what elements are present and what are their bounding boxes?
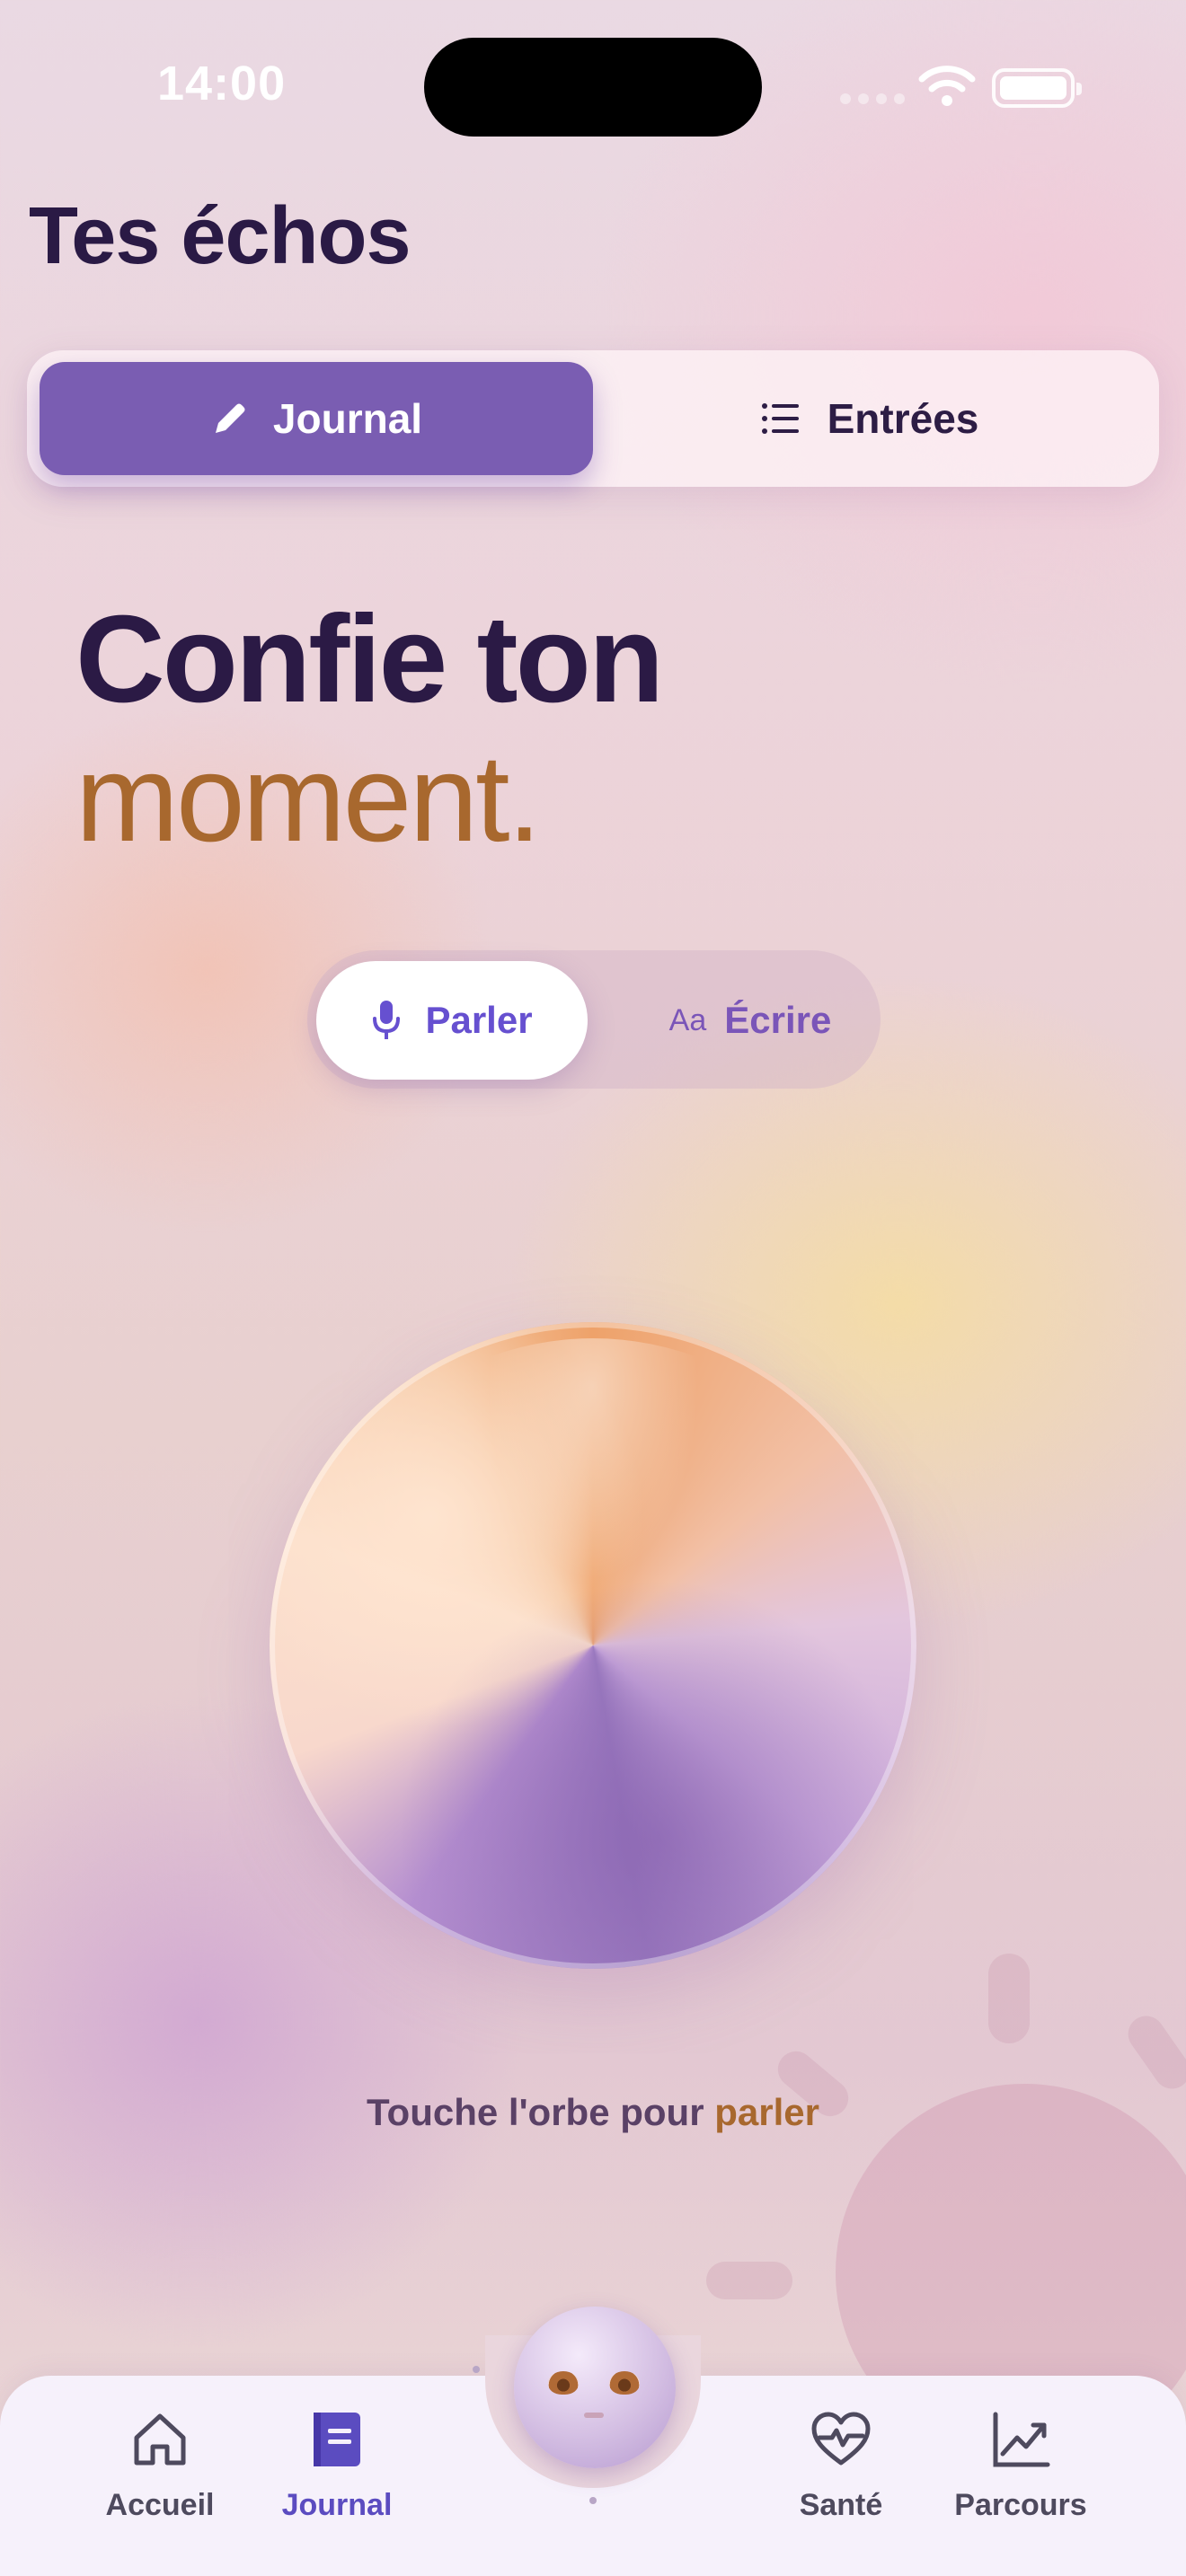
- microphone-icon: [373, 1001, 401, 1039]
- avatar-mouth: [584, 2413, 604, 2418]
- nav-label-accueil: Accueil: [105, 2488, 215, 2522]
- heart-pulse-icon: [811, 2412, 871, 2466]
- write-mode-button[interactable]: Aa Écrire: [629, 961, 872, 1080]
- orb-hint-prefix: Touche l'orbe pour: [367, 2091, 715, 2133]
- nav-dot: [473, 2366, 480, 2373]
- tab-entries-label: Entrées: [827, 395, 979, 442]
- wifi-icon: [918, 66, 976, 106]
- decorative-sun-ray: [1120, 2008, 1186, 2096]
- nav-item-parcours[interactable]: Parcours: [931, 2407, 1111, 2523]
- nav-dot: [589, 2497, 597, 2504]
- avatar-eye: [548, 2371, 579, 2395]
- page-title: Tes échos: [29, 191, 412, 281]
- nav-label-journal: Journal: [281, 2488, 393, 2522]
- journal-icon: [314, 2413, 360, 2466]
- nav-item-sante[interactable]: Santé: [751, 2407, 931, 2523]
- nav-item-accueil[interactable]: Accueil: [70, 2407, 250, 2523]
- pencil-icon: [215, 403, 245, 433]
- decorative-sun-ray: [706, 2262, 792, 2299]
- decorative-sun-ray: [988, 1954, 1030, 2043]
- orb-hint: Touche l'orbe pour parler: [0, 2091, 1186, 2134]
- signal-icon: [840, 93, 905, 104]
- text-format-icon: Aa: [668, 1002, 707, 1037]
- nav-label-sante: Santé: [799, 2488, 883, 2522]
- orb-hint-accent: parler: [714, 2091, 819, 2133]
- headline-line2: moment.: [75, 729, 542, 868]
- talk-mode-label: Parler: [425, 999, 533, 1041]
- tab-entries[interactable]: Entrées: [593, 362, 1146, 475]
- talk-mode-button[interactable]: Parler: [316, 961, 588, 1080]
- tab-journal[interactable]: Journal: [40, 362, 593, 475]
- avatar-eye: [609, 2371, 640, 2395]
- voice-orb[interactable]: [270, 1322, 916, 1969]
- list-icon: [761, 403, 799, 434]
- status-time: 14:00: [157, 57, 287, 110]
- headline-line1: Confie ton: [75, 590, 664, 728]
- companion-avatar[interactable]: [514, 2307, 676, 2468]
- dynamic-island: [424, 38, 762, 137]
- write-mode-label: Écrire: [724, 999, 832, 1041]
- tab-journal-label: Journal: [272, 395, 423, 442]
- nav-label-parcours: Parcours: [954, 2488, 1087, 2522]
- home-icon: [134, 2413, 186, 2466]
- battery-icon: [992, 68, 1082, 108]
- nav-item-journal[interactable]: Journal: [247, 2407, 427, 2523]
- chart-line-icon: [993, 2412, 1050, 2467]
